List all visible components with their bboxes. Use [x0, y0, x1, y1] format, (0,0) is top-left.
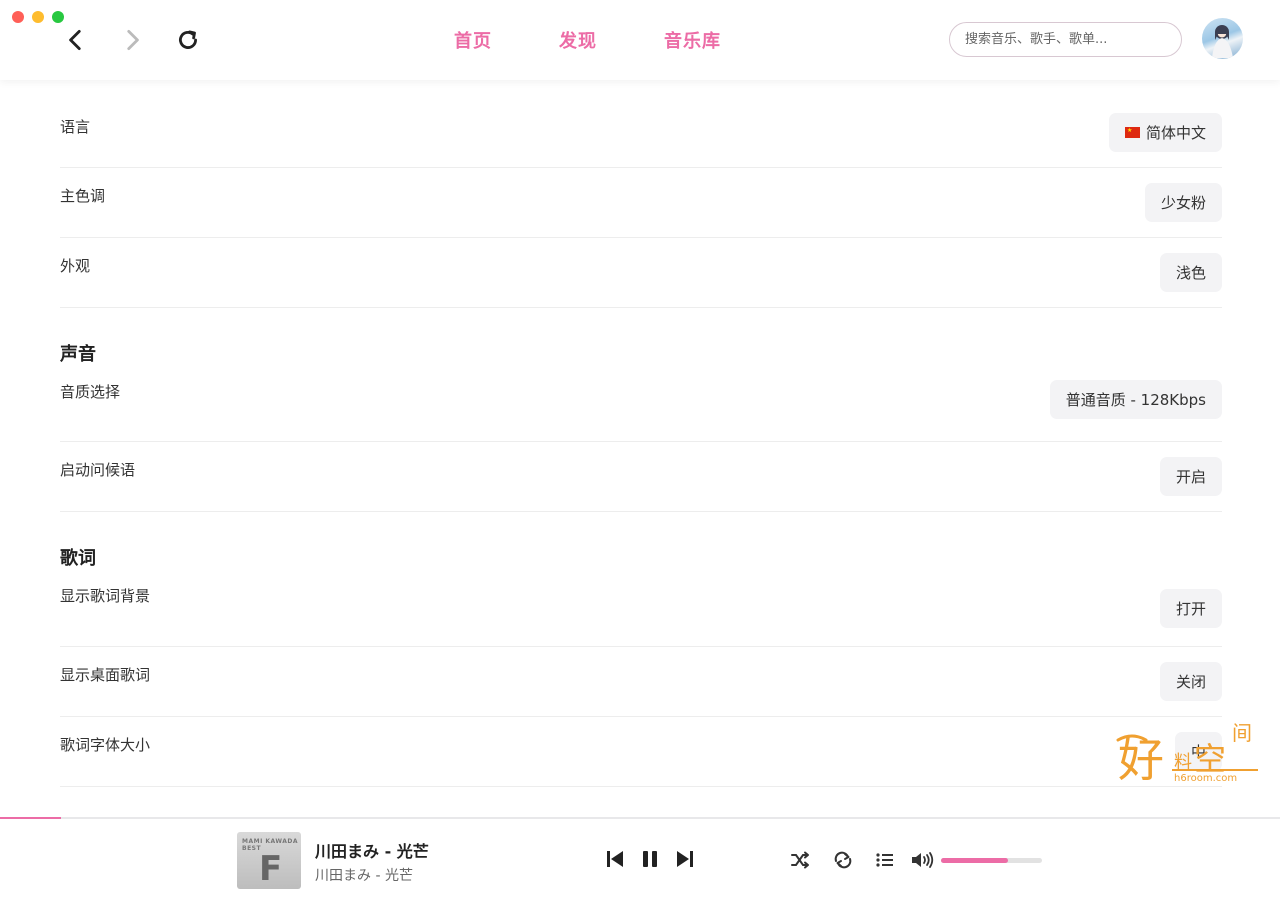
- language-select-button[interactable]: 简体中文: [1108, 113, 1222, 152]
- startup-greeting-toggle[interactable]: 开启: [1159, 457, 1222, 496]
- shuffle-icon: [791, 851, 809, 869]
- user-avatar[interactable]: [1202, 18, 1243, 59]
- main-tabs: 首页 发现 音乐库: [454, 27, 788, 53]
- setting-label: 显示桌面歌词: [60, 666, 151, 684]
- window-minimize-button[interactable]: [32, 11, 44, 23]
- volume-icon: [912, 852, 934, 868]
- setting-value: 浅色: [1175, 264, 1206, 282]
- theme-color-select-button[interactable]: 少女粉: [1144, 183, 1222, 222]
- chevron-left-icon: [69, 29, 81, 51]
- setting-value: 少女粉: [1160, 194, 1206, 212]
- setting-label: 显示歌词背景: [60, 587, 151, 605]
- window-close-button[interactable]: [12, 11, 24, 23]
- setting-label: 语言: [60, 118, 91, 136]
- avatar-illustration: [1212, 25, 1233, 58]
- search-input[interactable]: [949, 22, 1182, 57]
- setting-row-desktop-lyrics: 显示桌面歌词 关闭: [60, 647, 1222, 717]
- setting-label: 启动问候语: [60, 461, 136, 479]
- track-title[interactable]: 川田まみ - 光芒: [315, 838, 429, 862]
- setting-label: 外观: [60, 257, 91, 275]
- playlist-icon: [876, 853, 893, 867]
- top-navigation-bar: 首页 发现 音乐库: [0, 0, 1280, 80]
- reload-button[interactable]: [172, 24, 204, 56]
- track-artist[interactable]: 川田まみ - 光芒: [315, 865, 413, 885]
- forward-button[interactable]: [116, 24, 148, 56]
- repeat-icon: [834, 851, 852, 869]
- setting-value: 简体中文: [1145, 124, 1206, 142]
- skip-next-icon: [677, 851, 693, 867]
- cover-letter: F: [259, 849, 283, 889]
- watermark-logo: 好 料 空 间 h6room.com: [1116, 721, 1258, 787]
- setting-row-startup-greeting: 启动问候语 开启: [60, 442, 1222, 512]
- setting-row-audio-quality: 音质选择 普通音质 - 128Kbps: [60, 373, 1222, 442]
- china-flag-icon: [1124, 127, 1140, 138]
- shuffle-button[interactable]: [790, 851, 810, 869]
- volume-slider[interactable]: [941, 858, 1042, 863]
- site-watermark: 好 料 空 间 h6room.com: [1112, 718, 1262, 788]
- album-cover[interactable]: MAMI KAWADA BEST F: [237, 832, 301, 889]
- setting-label: 主色调: [60, 187, 106, 205]
- reload-icon: [179, 30, 197, 49]
- setting-value: 普通音质 - 128Kbps: [1065, 391, 1206, 409]
- watermark-main-char: 好: [1118, 733, 1164, 787]
- section-sound: 声音: [60, 308, 1222, 373]
- setting-row-language: 语言 简体中文: [60, 80, 1222, 168]
- playback-progress-bar[interactable]: [0, 817, 62, 819]
- setting-row-appearance: 外观 浅色: [60, 238, 1222, 308]
- volume-button[interactable]: [910, 850, 934, 870]
- player-bar: MAMI KAWADA BEST F 川田まみ - 光芒 川田まみ - 光芒: [0, 817, 1280, 900]
- next-track-button[interactable]: [675, 848, 695, 870]
- play-pause-button[interactable]: [640, 848, 660, 870]
- setting-row-lyrics-font-size: 歌词字体大小 中: [60, 717, 1222, 787]
- setting-value: 开启: [1175, 468, 1206, 486]
- previous-track-button[interactable]: [605, 848, 625, 870]
- watermark-url: h6room.com: [1174, 773, 1237, 784]
- volume-slider-fill: [941, 858, 1008, 863]
- appearance-select-button[interactable]: 浅色: [1159, 253, 1222, 292]
- watermark-char: 间: [1232, 721, 1252, 745]
- settings-panel: 语言 简体中文 主色调 少女粉 外观 浅色 声音 音质选择 普通音质 - 128…: [60, 80, 1222, 787]
- setting-row-lyrics-background: 显示歌词背景 打开: [60, 577, 1222, 647]
- skip-previous-icon: [607, 851, 623, 867]
- tab-library[interactable]: 音乐库: [664, 27, 721, 53]
- audio-quality-select-button[interactable]: 普通音质 - 128Kbps: [1049, 380, 1222, 419]
- back-button[interactable]: [60, 24, 92, 56]
- section-lyrics: 歌词: [60, 512, 1222, 577]
- setting-label: 音质选择: [60, 383, 121, 401]
- window-maximize-button[interactable]: [52, 11, 64, 23]
- setting-value: 打开: [1175, 600, 1206, 618]
- section-title: 声音: [60, 344, 96, 365]
- chevron-right-icon: [127, 29, 139, 51]
- pause-icon: [643, 851, 657, 867]
- section-title: 歌词: [60, 548, 96, 569]
- tab-home[interactable]: 首页: [454, 27, 492, 53]
- repeat-button[interactable]: [833, 851, 853, 869]
- tab-discover[interactable]: 发现: [559, 27, 597, 53]
- window-controls: [12, 11, 64, 23]
- setting-row-theme-color: 主色调 少女粉: [60, 168, 1222, 238]
- setting-label: 歌词字体大小: [60, 736, 151, 754]
- setting-value: 关闭: [1175, 673, 1206, 691]
- lyrics-background-toggle[interactable]: 打开: [1159, 589, 1222, 628]
- desktop-lyrics-toggle[interactable]: 关闭: [1159, 662, 1222, 701]
- playlist-button[interactable]: [875, 851, 895, 869]
